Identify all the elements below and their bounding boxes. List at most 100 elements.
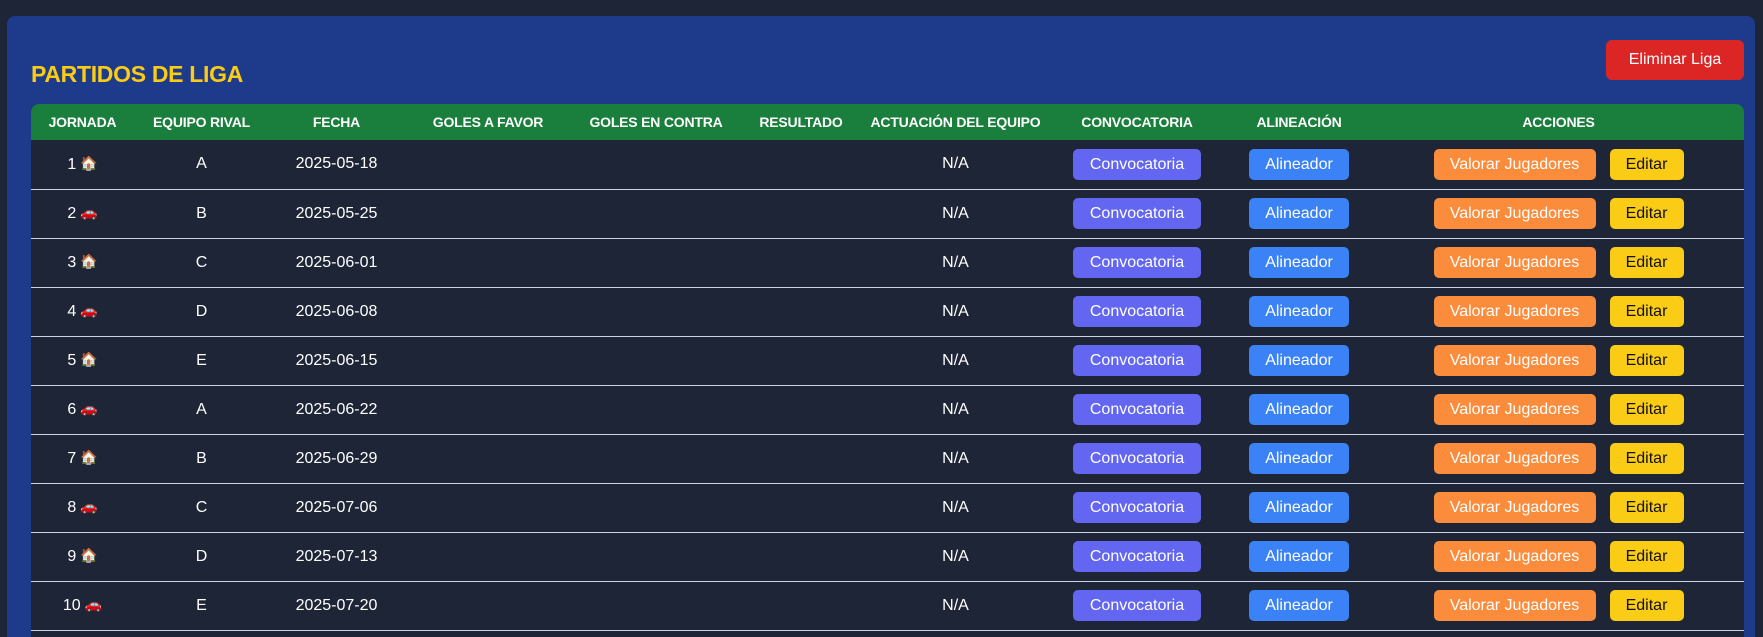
page-title: PARTIDOS DE LIGA: [31, 61, 244, 87]
fecha-cell: 2025-06-08: [295, 302, 378, 320]
goles-contra-cell: [572, 434, 740, 483]
resultado-cell: [740, 532, 862, 581]
alineacion-cell: Alineador: [1225, 287, 1373, 336]
convocatoria-button[interactable]: Convocatoria: [1073, 443, 1201, 474]
valorar-jugadores-button[interactable]: Valorar Jugadores: [1433, 345, 1596, 376]
jornada-cell: 9 🏠: [31, 532, 134, 581]
goles-contra-cell: [572, 483, 740, 532]
valorar-jugadores-button[interactable]: Valorar Jugadores: [1433, 394, 1596, 425]
convocatoria-button[interactable]: Convocatoria: [1073, 345, 1201, 376]
rival-cell: B: [196, 449, 207, 467]
actuacion-cell: N/A: [942, 498, 969, 516]
goles-favor-cell: [404, 287, 572, 336]
valorar-jugadores-button[interactable]: Valorar Jugadores: [1433, 198, 1596, 229]
acciones-cell: Valorar Jugadores Editar: [1373, 434, 1744, 483]
editar-button[interactable]: Editar: [1609, 443, 1684, 474]
editar-button[interactable]: Editar: [1609, 394, 1684, 425]
valorar-jugadores-button[interactable]: Valorar Jugadores: [1433, 492, 1596, 523]
resultado-cell: [740, 434, 862, 483]
editar-button[interactable]: Editar: [1609, 148, 1684, 180]
matches-table: JORNADA EQUIPO RIVAL FECHA GOLES A FAVOR GOL…: [31, 104, 1744, 631]
valorar-jugadores-button[interactable]: Valorar Jugadores: [1433, 148, 1596, 180]
jornada-number: 8: [67, 499, 77, 516]
goles-favor-cell: [404, 532, 572, 581]
delete-league-button[interactable]: Eliminar Liga: [1606, 40, 1744, 80]
jornada-cell: 6 🚗: [31, 385, 134, 434]
table-row: 6 🚗 A 2025-06-22 N/A Convocatoria Alineador Val…: [31, 385, 1744, 434]
editar-button[interactable]: Editar: [1609, 345, 1684, 376]
acciones-cell: Valorar Jugadores Editar: [1373, 483, 1744, 532]
home-icon: 🏠: [80, 351, 98, 367]
alineacion-cell: Alineador: [1225, 336, 1373, 385]
resultado-cell: [740, 483, 862, 532]
valorar-jugadores-button[interactable]: Valorar Jugadores: [1433, 590, 1596, 621]
header-alineacion: ALINEACIÓN: [1256, 114, 1342, 130]
header-convocatoria: CONVOCATORIA: [1081, 114, 1193, 130]
goles-contra-cell: [572, 287, 740, 336]
resultado-cell: [740, 140, 862, 189]
alineacion-cell: Alineador: [1225, 238, 1373, 287]
alineador-button[interactable]: Alineador: [1249, 198, 1349, 229]
goles-contra-cell: [572, 189, 740, 238]
rival-cell: A: [196, 155, 207, 173]
rival-cell: D: [195, 547, 208, 565]
goles-favor-cell: [404, 238, 572, 287]
editar-button[interactable]: Editar: [1609, 541, 1684, 572]
editar-button[interactable]: Editar: [1609, 590, 1684, 621]
alineador-button[interactable]: Alineador: [1249, 541, 1349, 572]
valorar-jugadores-button[interactable]: Valorar Jugadores: [1433, 247, 1596, 278]
resultado-cell: [740, 189, 862, 238]
convocatoria-button[interactable]: Convocatoria: [1073, 247, 1201, 278]
acciones-cell: Valorar Jugadores Editar: [1373, 238, 1744, 287]
home-icon: 🏠: [80, 253, 98, 269]
resultado-cell: [740, 385, 862, 434]
rival-cell: D: [195, 302, 208, 320]
table-header-row: JORNADA EQUIPO RIVAL FECHA GOLES A FAVOR GOL…: [31, 104, 1744, 140]
convocatoria-cell: Convocatoria: [1049, 434, 1225, 483]
alineador-button[interactable]: Alineador: [1249, 247, 1349, 278]
editar-button[interactable]: Editar: [1609, 247, 1684, 278]
acciones-cell: Valorar Jugadores Editar: [1373, 336, 1744, 385]
alineacion-cell: Alineador: [1225, 532, 1373, 581]
convocatoria-button[interactable]: Convocatoria: [1073, 590, 1201, 621]
convocatoria-button[interactable]: Convocatoria: [1073, 148, 1201, 180]
alineacion-cell: Alineador: [1225, 189, 1373, 238]
convocatoria-button[interactable]: Convocatoria: [1073, 394, 1201, 425]
editar-button[interactable]: Editar: [1609, 492, 1684, 523]
car-icon: 🚗: [80, 302, 98, 318]
convocatoria-button[interactable]: Convocatoria: [1073, 541, 1201, 572]
header-fecha: FECHA: [312, 114, 361, 130]
car-icon: 🚗: [84, 596, 103, 612]
jornada-cell: 3 🏠: [31, 238, 134, 287]
acciones-cell: Valorar Jugadores Editar: [1373, 287, 1744, 336]
convocatoria-button[interactable]: Convocatoria: [1073, 198, 1201, 229]
alineacion-cell: Alineador: [1225, 483, 1373, 532]
valorar-jugadores-button[interactable]: Valorar Jugadores: [1433, 296, 1596, 327]
convocatoria-button[interactable]: Convocatoria: [1073, 492, 1201, 523]
goles-contra-cell: [572, 336, 740, 385]
goles-contra-cell: [572, 581, 740, 630]
alineador-button[interactable]: Alineador: [1249, 443, 1349, 474]
alineador-button[interactable]: Alineador: [1249, 492, 1349, 523]
jornada-number: 4: [67, 303, 77, 320]
convocatoria-button[interactable]: Convocatoria: [1073, 296, 1201, 327]
alineador-button[interactable]: Alineador: [1249, 394, 1349, 425]
valorar-jugadores-button[interactable]: Valorar Jugadores: [1433, 541, 1596, 572]
valorar-jugadores-button[interactable]: Valorar Jugadores: [1433, 443, 1596, 474]
convocatoria-cell: Convocatoria: [1049, 189, 1225, 238]
editar-button[interactable]: Editar: [1609, 296, 1684, 327]
jornada-number: 10: [62, 597, 81, 614]
alineador-button[interactable]: Alineador: [1249, 296, 1349, 327]
table-row: 8 🚗 C 2025-07-06 N/A Convocatoria Alineador Val…: [31, 483, 1744, 532]
header-goles-a-favor: GOLES A FAVOR: [432, 114, 544, 130]
alineador-button[interactable]: Alineador: [1249, 148, 1349, 180]
goles-contra-cell: [572, 140, 740, 189]
home-icon: 🏠: [80, 547, 98, 563]
alineador-button[interactable]: Alineador: [1249, 590, 1349, 621]
jornada-cell: 1 🏠: [31, 140, 134, 189]
header-equipo-rival: EQUIPO RIVAL: [153, 114, 250, 130]
alineador-button[interactable]: Alineador: [1249, 345, 1349, 376]
resultado-cell: [740, 581, 862, 630]
editar-button[interactable]: Editar: [1609, 198, 1684, 229]
convocatoria-cell: Convocatoria: [1049, 287, 1225, 336]
